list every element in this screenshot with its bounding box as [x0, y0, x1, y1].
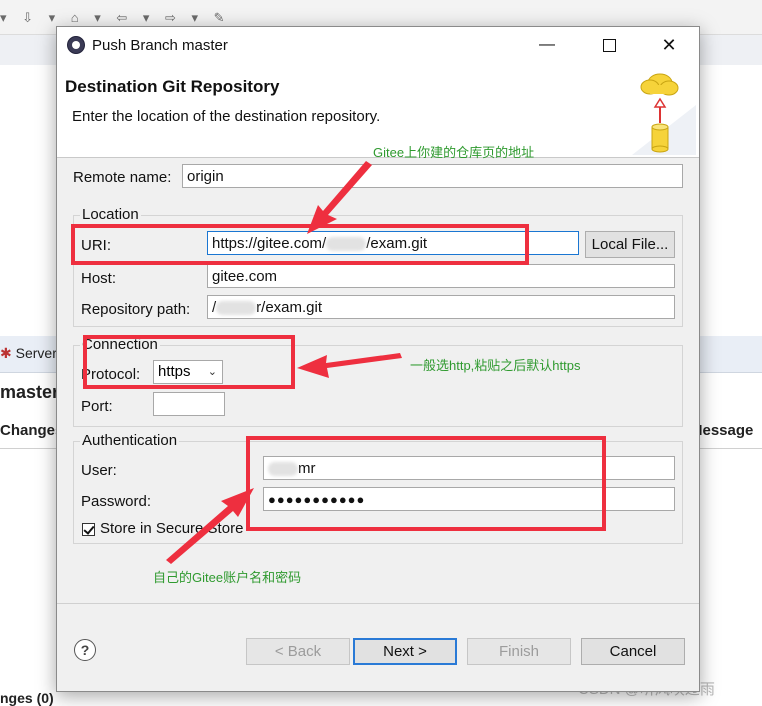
local-file-button[interactable]: Local File... — [585, 231, 675, 258]
user-label: User: — [81, 462, 117, 479]
servers-icon: ✱ — [0, 345, 12, 361]
cloud-repository-icon — [632, 73, 696, 155]
maximize-button[interactable] — [589, 31, 629, 59]
uri-highlight-box — [71, 224, 529, 265]
repo-path-suffix: r/exam.git — [256, 299, 323, 316]
uri-annotation: Gitee上你建的仓库页的地址 — [373, 145, 535, 160]
changes-count: nges (0) — [0, 690, 54, 706]
wizard-subtitle: Enter the location of the destination re… — [72, 108, 381, 125]
eclipse-icon — [67, 36, 85, 54]
cancel-button[interactable]: Cancel — [581, 638, 685, 665]
store-secure-label: Store in Secure Store — [100, 520, 244, 537]
port-input[interactable] — [153, 392, 225, 416]
remote-name-label: Remote name: — [73, 169, 172, 186]
auth-annotation: 自己的Gitee账户名和密码 — [153, 570, 302, 585]
wizard-title: Destination Git Repository — [65, 77, 280, 96]
changes-column-header: Changes — [0, 422, 64, 439]
next-button[interactable]: Next > — [353, 638, 457, 665]
minimize-button[interactable]: — — [527, 31, 567, 59]
finish-button[interactable]: Finish — [467, 638, 571, 665]
host-label: Host: — [81, 270, 117, 287]
protocol-annotation: 一般选http,粘贴之后默认https — [410, 358, 581, 373]
help-icon[interactable]: ? — [74, 639, 96, 661]
port-label: Port: — [81, 398, 113, 415]
password-label: Password: — [81, 493, 152, 510]
host-input[interactable]: gitee.com — [207, 264, 675, 288]
dialog-title: Push Branch master — [92, 37, 228, 54]
tab-servers[interactable]: ✱ Server — [0, 345, 57, 362]
close-button[interactable]: ✕ — [649, 31, 689, 59]
protocol-highlight-box — [83, 335, 295, 389]
repository-path-input[interactable]: / r/exam.git — [207, 295, 675, 319]
authentication-group-title: Authentication — [80, 432, 180, 449]
branch-heading: master — [0, 382, 60, 402]
repository-path-label: Repository path: — [81, 301, 191, 318]
store-secure-checkbox[interactable] — [82, 523, 95, 536]
footer-divider — [57, 603, 699, 604]
toolbar-icons[interactable]: ▾ ⇩ ▾ ⌂ ▾ ⇦ ▾ ⇨ ▾ ✎ — [0, 10, 231, 26]
auth-highlight-box — [246, 436, 606, 531]
servers-tab-label: Server — [15, 345, 57, 361]
location-group-title: Location — [80, 206, 141, 223]
maximize-icon — [602, 39, 616, 52]
redacted-username — [216, 301, 257, 316]
remote-name-input[interactable]: origin — [182, 164, 683, 188]
back-button[interactable]: < Back — [246, 638, 350, 665]
dialog-titlebar: Push Branch master — ✕ — [57, 27, 699, 63]
